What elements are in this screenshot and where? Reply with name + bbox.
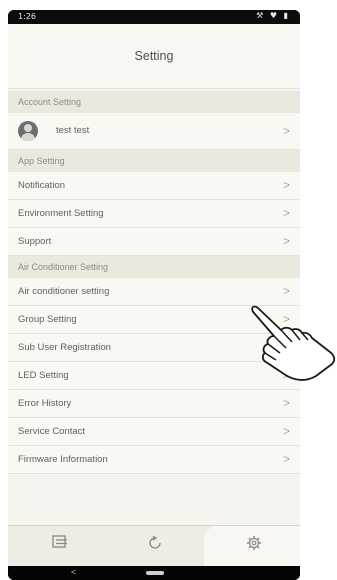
section-account-setting: Account Setting xyxy=(8,91,300,113)
row-label: Error History xyxy=(18,398,72,409)
settings-screen: Setting Account Setting test test > App … xyxy=(8,24,300,567)
phone-frame: 1:26 ⚒ ♥ ▮ Setting Account Setting test … xyxy=(8,10,300,580)
row-label: Group Setting xyxy=(18,314,77,325)
settings-list: Account Setting test test > App Setting … xyxy=(8,91,300,474)
tab-settings[interactable] xyxy=(234,534,274,558)
section-app-setting: App Setting xyxy=(8,150,300,172)
row-label: Air conditioner setting xyxy=(18,286,110,297)
row-label: Support xyxy=(18,236,52,247)
pointing-hand-icon xyxy=(251,305,336,381)
row-error-history[interactable]: Error History > xyxy=(8,390,300,418)
chevron-right-icon: > xyxy=(282,424,290,438)
tab-history[interactable] xyxy=(135,534,175,558)
back-nav-icon[interactable]: < xyxy=(71,567,76,577)
row-label: LED Setting xyxy=(18,370,69,381)
home-nav-pill[interactable] xyxy=(146,571,164,575)
chevron-right-icon: > xyxy=(282,124,290,138)
row-label: Notification xyxy=(18,180,65,191)
bottom-tab-bar xyxy=(8,525,300,567)
header: Setting xyxy=(8,24,300,89)
account-row[interactable]: test test > xyxy=(8,113,300,150)
chevron-right-icon: > xyxy=(282,452,290,466)
status-bar: 1:26 ⚒ ♥ ▮ xyxy=(8,10,300,24)
chevron-right-icon: > xyxy=(282,206,290,220)
avatar xyxy=(18,121,38,141)
history-icon xyxy=(149,535,161,549)
row-support[interactable]: Support > xyxy=(8,228,300,256)
row-firmware-information[interactable]: Firmware Information > xyxy=(8,446,300,474)
gear-icon xyxy=(247,536,261,550)
row-notification[interactable]: Notification > xyxy=(8,172,300,200)
chevron-right-icon: > xyxy=(282,396,290,410)
system-nav-bar: < xyxy=(8,566,300,580)
row-label: Sub User Registration xyxy=(18,342,111,353)
status-time: 1:26 xyxy=(18,12,36,21)
account-user-name: test test xyxy=(56,125,90,136)
row-label: Firmware Information xyxy=(18,454,108,465)
tab-list[interactable] xyxy=(40,534,80,558)
chevron-right-icon: > xyxy=(282,234,290,248)
row-environment-setting[interactable]: Environment Setting > xyxy=(8,200,300,228)
row-label: Service Contact xyxy=(18,426,86,437)
section-air-conditioner-setting: Air Conditioner Setting xyxy=(8,256,300,278)
chevron-right-icon: > xyxy=(282,178,290,192)
list-icon xyxy=(52,535,67,548)
row-service-contact[interactable]: Service Contact > xyxy=(8,418,300,446)
page-title: Setting xyxy=(134,49,174,63)
status-icons: ⚒ ♥ ▮ xyxy=(256,11,290,20)
row-label: Environment Setting xyxy=(18,208,104,219)
